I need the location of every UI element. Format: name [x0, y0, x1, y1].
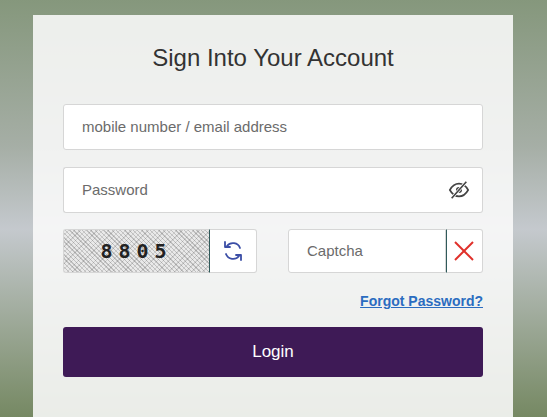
captcha-input-group	[288, 229, 483, 273]
eye-slash-icon	[448, 179, 470, 201]
login-panel: Sign Into Your Account 8805 Forgot Passwor…	[33, 15, 513, 417]
refresh-icon	[221, 239, 245, 263]
captcha-group: 8805	[63, 229, 258, 273]
login-button[interactable]: Login	[63, 327, 483, 377]
captcha-input[interactable]	[288, 229, 446, 273]
password-group	[63, 167, 483, 213]
password-input[interactable]	[63, 167, 436, 213]
toggle-password-button[interactable]	[435, 167, 483, 213]
close-icon	[452, 239, 476, 263]
forgot-row: Forgot Password?	[63, 292, 483, 310]
forgot-password-link[interactable]: Forgot Password?	[360, 293, 483, 309]
background-photo: Sign Into Your Account 8805 Forgot Passwor…	[0, 0, 547, 417]
credentials	[63, 104, 483, 213]
clear-captcha-button[interactable]	[446, 229, 483, 273]
page-title: Sign Into Your Account	[63, 43, 483, 73]
username-input[interactable]	[63, 104, 483, 150]
captcha-image: 8805	[63, 229, 209, 273]
captcha-row: 8805	[63, 229, 483, 273]
refresh-captcha-button[interactable]	[209, 229, 257, 273]
